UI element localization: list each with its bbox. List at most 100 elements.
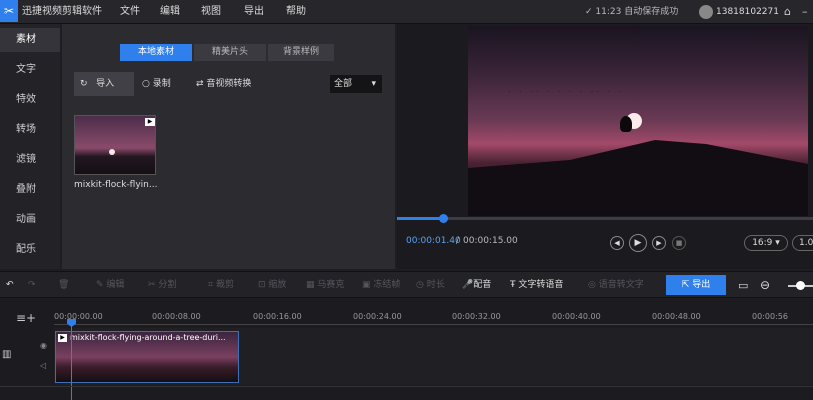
add-track-icon[interactable]: ≡+: [16, 311, 36, 325]
timeline-clip[interactable]: ▶ mixkit-flock-flying-around-a-tree-duri…: [55, 331, 239, 383]
mosaic-button[interactable]: ▦ 马赛克: [306, 272, 344, 299]
ruler-tick-label: 00:00:24.00: [353, 312, 402, 321]
playhead-handle[interactable]: [67, 319, 76, 327]
mosaic-icon: ▦: [306, 280, 318, 290]
sidebar-item-music[interactable]: 配乐: [0, 238, 60, 262]
speaker-icon[interactable]: ◁: [40, 361, 46, 370]
sidebar-item-text[interactable]: 文字: [0, 58, 60, 82]
import-icon: ↻: [80, 79, 91, 89]
hill-silhouette: [468, 140, 808, 216]
prev-frame-icon[interactable]: ◀: [610, 236, 624, 250]
menu-export[interactable]: 导出: [244, 0, 264, 24]
scissors-icon: ✂: [148, 280, 159, 290]
ruler-tick-label: 00:00:00.00: [54, 312, 103, 321]
video-track-icon: ▥: [2, 349, 12, 360]
chevron-down-icon: ▾: [775, 238, 780, 248]
freeze-icon: ▣: [362, 280, 374, 290]
stt-button[interactable]: ◎ 语音转文字: [588, 272, 644, 299]
dub-button[interactable]: 🎤配音: [462, 272, 491, 299]
duration-button[interactable]: ◷ 时长: [416, 272, 445, 299]
progress-handle[interactable]: [438, 214, 448, 223]
sun-shape: [109, 149, 115, 155]
app-title: 迅捷视频剪辑软件: [22, 6, 102, 17]
app-logo-icon: ✂: [0, 0, 18, 22]
zoom-select[interactable]: 1.0: [792, 235, 813, 251]
edit-icon: ✎: [96, 280, 107, 290]
tts-button[interactable]: Ŧ 文字转语音: [510, 272, 563, 299]
edit-button[interactable]: ✎ 编辑: [96, 272, 124, 299]
time-total: 00:00:15.00: [463, 236, 518, 246]
play-icon[interactable]: ▶: [629, 234, 647, 252]
sidebar-item-material[interactable]: 素材: [0, 28, 60, 52]
track-divider: [0, 386, 813, 387]
scale-button[interactable]: ⊡ 缩放: [258, 272, 286, 299]
ruler-tick-label: 00:00:16.00: [253, 312, 302, 321]
menu-help[interactable]: 帮助: [286, 0, 306, 24]
home-icon[interactable]: ⌂: [784, 0, 791, 24]
sidebar-item-filters[interactable]: 滤镜: [0, 148, 60, 172]
edit-toolbar: ↶ ↷ 🗑 ✎ 编辑 ✂ 分割 ⌗ 裁剪 ⊡ 缩放 ▦ 马赛克 ▣ 冻结帧 ◷ …: [0, 271, 813, 298]
filter-select[interactable]: 全部 ▾: [330, 75, 382, 93]
record-icon: ○: [142, 79, 153, 89]
check-icon: ✓: [585, 7, 596, 17]
freeze-button[interactable]: ▣ 冻结帧: [362, 272, 400, 299]
media-thumbnail[interactable]: ▶: [74, 115, 156, 175]
tab-background[interactable]: 背景样例: [268, 44, 334, 61]
sidebar-item-animation[interactable]: 动画: [0, 208, 60, 232]
preview-panel: ˇ ˇ ˇˇ ˇ ˇ ˇ ˇ ˇˇ ˇ ˇ 00:00:01.40 / 00:0…: [397, 24, 813, 269]
progress-fill: [397, 217, 443, 220]
ruler-line: [54, 324, 813, 325]
undo-icon[interactable]: ↶: [6, 272, 14, 299]
user-avatar[interactable]: [699, 5, 713, 19]
progress-track[interactable]: [397, 217, 813, 220]
playhead[interactable]: [71, 319, 72, 400]
sidebar-item-transitions[interactable]: 转场: [0, 118, 60, 142]
crop-button[interactable]: ⌗ 裁剪: [208, 272, 234, 299]
menu-file[interactable]: 文件: [120, 0, 140, 24]
zoom-out-icon[interactable]: ⊖: [760, 272, 770, 299]
export-icon: ⇱: [681, 280, 693, 290]
speech-text-icon: ◎: [588, 280, 599, 290]
video-type-icon: ▶: [58, 334, 67, 342]
user-phone[interactable]: 13818102271: [716, 0, 779, 24]
ruler-tick-label: 00:00:56: [752, 312, 788, 321]
stop-icon[interactable]: ■: [672, 236, 686, 250]
menu-edit[interactable]: 编辑: [160, 0, 180, 24]
redo-icon[interactable]: ↷: [28, 272, 36, 299]
sidebar-item-effects[interactable]: 特效: [0, 88, 60, 112]
tree-silhouette: [620, 116, 632, 132]
save-status: ✓ 11:23 自动保存成功: [585, 7, 679, 17]
media-thumbnail-name: mixkit-flock-flyin...: [74, 180, 158, 190]
ruler-tick-label: 00:00:32.00: [452, 312, 501, 321]
split-button[interactable]: ✂ 分割: [148, 272, 176, 299]
timeline: ≡+ 00:00:00.00 00:00:08.00 00:00:16.00 0…: [0, 299, 813, 400]
clip-name: mixkit-flock-flying-around-a-tree-duri..…: [70, 333, 226, 342]
ruler-tick-label: 00:00:48.00: [652, 312, 701, 321]
aspect-ratio-select[interactable]: 16:9 ▾: [744, 235, 788, 251]
tab-intro[interactable]: 精美片头: [194, 44, 266, 61]
delete-icon[interactable]: 🗑: [58, 272, 69, 299]
ruler-tick-label: 00:00:08.00: [152, 312, 201, 321]
time-separator: /: [456, 236, 460, 246]
ruler-tick-label: 00:00:40.00: [552, 312, 601, 321]
video-frame: ˇ ˇ ˇˇ ˇ ˇ ˇ ˇ ˇˇ ˇ ˇ: [468, 26, 808, 216]
zoom-slider-handle[interactable]: [796, 281, 805, 290]
convert-button[interactable]: ⇄ 音视频转换: [196, 72, 251, 96]
record-button[interactable]: ○ 录制: [142, 72, 171, 96]
video-type-icon: ▶: [145, 118, 155, 126]
sidebar-item-overlay[interactable]: 叠附: [0, 178, 60, 202]
dropdown-arrow-icon: ▾: [371, 79, 376, 89]
screen-icon[interactable]: ▭: [738, 272, 748, 299]
scale-icon: ⊡: [258, 280, 269, 290]
eye-icon[interactable]: ◉: [40, 341, 47, 350]
tab-local-material[interactable]: 本地素材: [120, 44, 192, 61]
crop-icon: ⌗: [208, 280, 216, 290]
menubar: ✂ 迅捷视频剪辑软件 文件 编辑 视图 导出 帮助 ✓ 11:23 自动保存成功…: [0, 0, 813, 24]
next-frame-icon[interactable]: ▶: [652, 236, 666, 250]
time-current: 00:00:01.40: [406, 236, 461, 246]
import-button[interactable]: ↻ 导入: [74, 72, 134, 96]
menu-view[interactable]: 视图: [201, 0, 221, 24]
convert-icon: ⇄: [196, 79, 207, 89]
export-button[interactable]: ⇱ 导出: [666, 275, 726, 295]
minimize-icon[interactable]: –: [802, 0, 808, 24]
